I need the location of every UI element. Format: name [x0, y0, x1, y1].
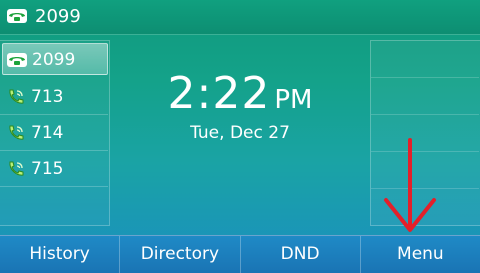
clock-date: Tue, Dec 27: [190, 123, 290, 143]
empty-line-key[interactable]: [371, 41, 479, 78]
line-keys-panel: 2099 713 714 715: [0, 40, 110, 226]
account-label: 2099: [35, 6, 81, 27]
line-key-label: 715: [31, 159, 64, 179]
softkey-bar: History Directory DND Menu: [0, 235, 480, 273]
softkey-dnd[interactable]: DND: [239, 236, 360, 273]
softkey-directory[interactable]: Directory: [119, 236, 239, 273]
softkey-history[interactable]: History: [0, 236, 119, 273]
clock-ampm: PM: [274, 85, 313, 115]
status-bar: 2099: [0, 0, 480, 35]
line-key-713[interactable]: 713: [0, 79, 108, 115]
line-key-label: 714: [31, 123, 64, 143]
phone-handset-icon: [9, 161, 24, 176]
down-arrow-annotation: [384, 138, 436, 232]
line-key-label: 713: [31, 87, 64, 107]
line-key-label: 2099: [32, 50, 76, 70]
line-key-714[interactable]: 714: [0, 115, 108, 151]
phone-handset-icon: [9, 125, 24, 140]
softkey-menu[interactable]: Menu: [359, 236, 480, 273]
empty-line-key[interactable]: [371, 78, 479, 115]
phone-registered-icon: [7, 53, 27, 67]
phone-registered-icon: [7, 9, 27, 23]
phone-handset-icon: [9, 89, 24, 104]
clock: 2:22 PM: [110, 70, 370, 118]
clock-time: 2:22: [167, 68, 271, 119]
line-key-2099[interactable]: 2099: [2, 43, 108, 75]
line-key-715[interactable]: 715: [0, 151, 108, 187]
